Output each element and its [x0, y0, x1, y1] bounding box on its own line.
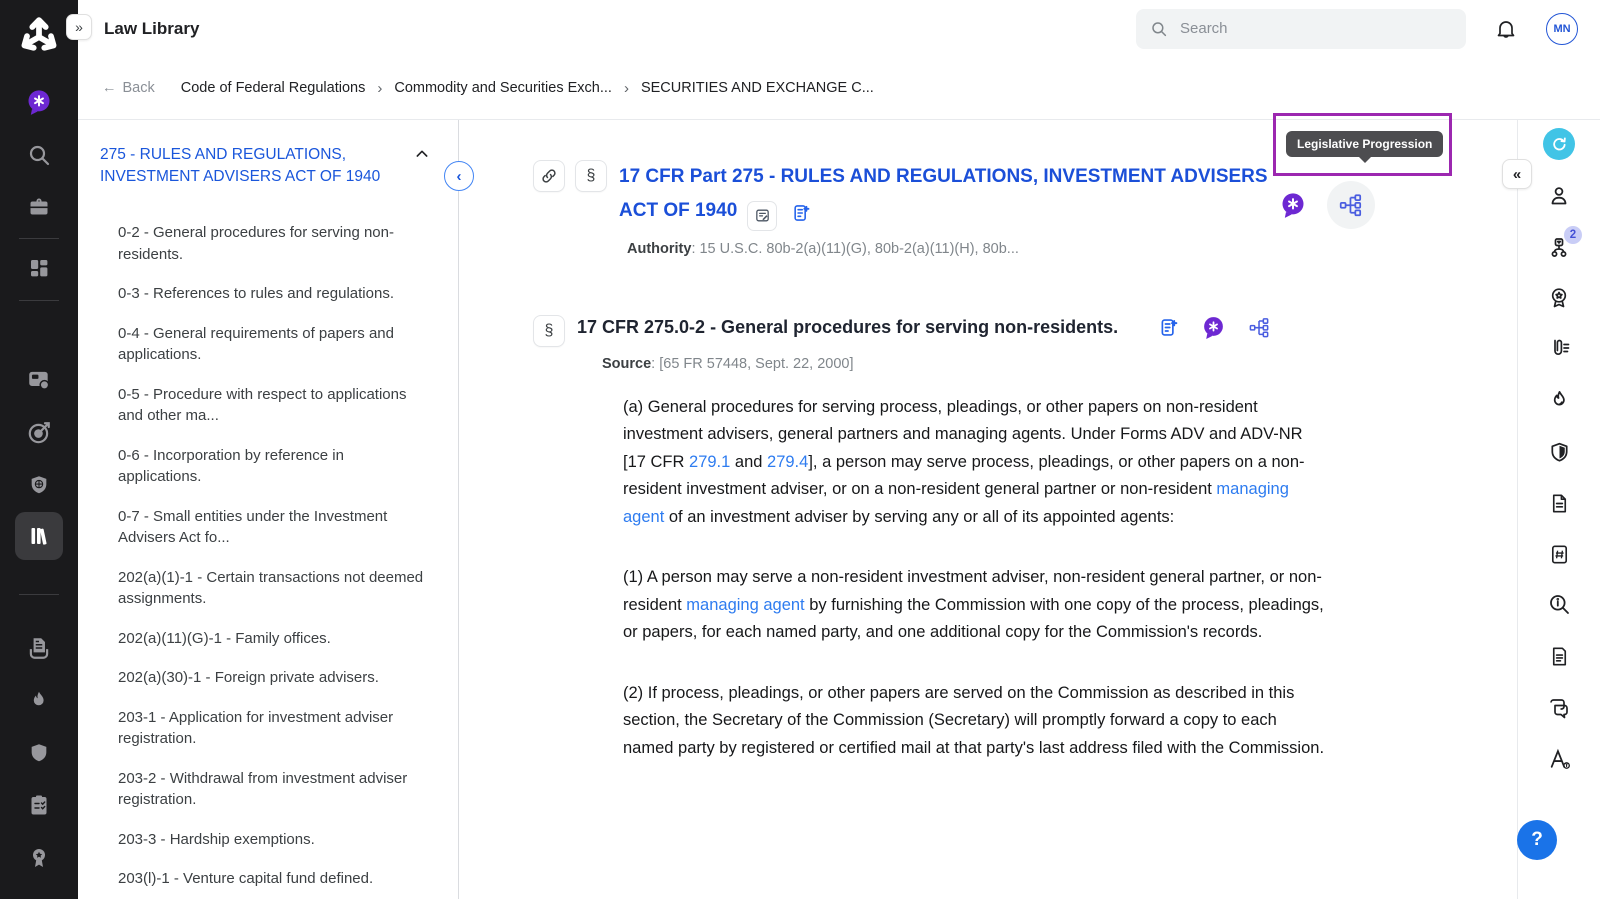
notifications-bell-icon[interactable] — [1492, 15, 1520, 43]
assistant-chat-icon[interactable] — [25, 88, 53, 116]
news-alerts-icon[interactable] — [25, 366, 53, 394]
legislative-progression-icon[interactable] — [1327, 181, 1375, 229]
rail-divider — [19, 300, 59, 301]
annotate-note-icon[interactable] — [747, 201, 777, 231]
chevron-right-icon: › — [624, 80, 629, 97]
law-library-icon[interactable] — [25, 522, 53, 550]
flame-icon[interactable] — [1546, 387, 1572, 413]
toc-item[interactable]: 0-6 - Incorporation by reference in appl… — [118, 445, 430, 488]
toc-item[interactable]: 203-3 - Hardship exemptions. — [118, 829, 430, 851]
typography-icon[interactable] — [1546, 746, 1572, 772]
part-action-icons — [1279, 181, 1375, 229]
source-line: Source: [65 FR 57448, Sept. 22, 2000] — [602, 356, 1427, 372]
document-view: § 17 CFR Part 275 - RULES AND REGULATION… — [459, 120, 1517, 899]
document-icon[interactable] — [1546, 490, 1572, 516]
toc-item[interactable]: 202(a)(1)-1 - Certain transactions not d… — [118, 567, 430, 610]
toc-item[interactable]: 0-7 - Small entities under the Investmen… — [118, 506, 430, 549]
shield-icon[interactable] — [1546, 439, 1572, 465]
authority-line: Authority: 15 U.S.C. 80b-2(a)(11)(G), 80… — [627, 241, 1427, 257]
search-info-icon[interactable] — [1546, 591, 1572, 617]
toc-item[interactable]: 0-2 - General procedures for serving non… — [118, 222, 430, 265]
rosette-award-icon[interactable] — [1546, 285, 1572, 311]
toc-header[interactable]: 275 - RULES AND REGULATIONS, INVESTMENT … — [100, 144, 430, 188]
app-logo-icon[interactable] — [16, 14, 62, 60]
rail-divider — [19, 594, 59, 595]
section-action-icons — [1158, 315, 1271, 340]
document-scan-icon[interactable] — [25, 634, 53, 662]
toc-item[interactable]: 0-5 - Procedure with respect to applicat… — [118, 384, 430, 427]
paragraph-2: (2) If process, pleadings, or other pape… — [623, 680, 1325, 763]
toc-item[interactable]: 202(a)(30)-1 - Foreign private advisers. — [118, 667, 430, 689]
profile-icon[interactable] — [1546, 183, 1572, 209]
breadcrumb-item[interactable]: Commodity and Securities Exch... — [394, 80, 612, 96]
add-to-draft-icon[interactable] — [1158, 317, 1179, 338]
flame-rail-icon[interactable] — [25, 687, 53, 715]
toc-item[interactable]: 203-2 - Withdrawal from investment advis… — [118, 768, 430, 811]
toc-panel: 275 - RULES AND REGULATIONS, INVESTMENT … — [78, 120, 459, 899]
back-button[interactable]: ← Back — [102, 80, 155, 96]
search-icon — [1150, 20, 1168, 38]
attachments-icon[interactable] — [1546, 335, 1572, 361]
toc-item[interactable]: 202(a)(11)(G)-1 - Family offices. — [118, 628, 430, 650]
legislative-progression-tooltip: Legislative Progression — [1286, 131, 1443, 157]
section-symbol-icon[interactable]: § — [575, 160, 607, 192]
toc-item[interactable]: 0-4 - General requirements of papers and… — [118, 323, 430, 366]
copy-link-icon[interactable] — [533, 160, 565, 192]
chevron-up-icon[interactable] — [414, 146, 430, 162]
briefcase-icon[interactable] — [25, 193, 53, 221]
sync-icon[interactable] — [1543, 128, 1575, 160]
notes-document-icon[interactable] — [1546, 643, 1572, 669]
target-icon[interactable] — [25, 419, 53, 447]
dashboard-icon[interactable] — [25, 254, 53, 282]
toc-item[interactable]: 0-3 - References to rules and regulation… — [118, 283, 430, 305]
left-navigation-rail — [0, 0, 78, 899]
page-title: Law Library — [104, 19, 199, 39]
hierarchy-icon[interactable]: 2 — [1546, 235, 1572, 261]
paragraph-a: (a) General procedures for serving proce… — [623, 394, 1325, 532]
right-tool-rail: 2 — [1517, 120, 1600, 899]
legislative-progression-icon[interactable] — [1248, 316, 1271, 339]
right-panel-collapse-button[interactable]: « — [1502, 159, 1532, 189]
top-header: Law Library MN — [78, 0, 1600, 57]
global-search[interactable] — [1136, 9, 1466, 49]
toc-title: 275 - RULES AND REGULATIONS, INVESTMENT … — [100, 144, 404, 188]
toc-item[interactable]: 203-1 - Application for investment advis… — [118, 707, 430, 750]
award-ribbon-icon[interactable] — [25, 844, 53, 872]
rail-divider — [19, 238, 59, 239]
cfr-279-1-link[interactable]: 279.1 — [689, 453, 730, 471]
shield-globe-icon[interactable] — [25, 471, 53, 499]
section-symbol-icon[interactable]: § — [533, 315, 565, 347]
section-heading: 17 CFR 275.0-2 - General procedures for … — [577, 317, 1136, 338]
expand-rail-button[interactable]: » — [66, 14, 92, 40]
paragraph-1: (1) A person may serve a non-resident in… — [623, 564, 1325, 647]
assistant-chat-action-icon[interactable] — [1201, 315, 1226, 340]
breadcrumb-item[interactable]: Code of Federal Regulations — [181, 80, 366, 96]
add-to-draft-icon[interactable] — [791, 203, 811, 223]
breadcrumb: ← Back Code of Federal Regulations › Com… — [78, 57, 1600, 120]
managing-agent-link[interactable]: managing agent — [686, 596, 804, 614]
search-input[interactable] — [1178, 19, 1452, 38]
hierarchy-count-badge: 2 — [1564, 226, 1582, 244]
comments-icon[interactable] — [1546, 695, 1572, 721]
shield-rail-icon[interactable] — [25, 739, 53, 767]
part-heading: 17 CFR Part 275 - RULES AND REGULATIONS,… — [619, 160, 1299, 231]
cfr-279-4-link[interactable]: 279.4 — [767, 453, 808, 471]
chevron-right-icon: › — [377, 80, 382, 97]
breadcrumb-item[interactable]: SECURITIES AND EXCHANGE C... — [641, 80, 874, 96]
hashtag-icon[interactable] — [1546, 541, 1572, 567]
help-button[interactable]: ? — [1517, 820, 1557, 860]
toc-item[interactable]: 203(l)-1 - Venture capital fund defined. — [118, 868, 430, 890]
user-avatar[interactable]: MN — [1546, 13, 1578, 45]
clipboard-check-icon[interactable] — [25, 791, 53, 819]
regulation-text: (a) General procedures for serving proce… — [623, 394, 1325, 763]
search-rail-icon[interactable] — [25, 141, 53, 169]
back-arrow-icon: ← — [102, 80, 117, 96]
assistant-chat-action-icon[interactable] — [1279, 191, 1307, 219]
section-block: § 17 CFR 275.0-2 - General procedures fo… — [533, 315, 1427, 796]
toc-collapse-button[interactable]: ‹ — [444, 161, 474, 191]
toc-list: 0-2 - General procedures for serving non… — [100, 222, 430, 890]
